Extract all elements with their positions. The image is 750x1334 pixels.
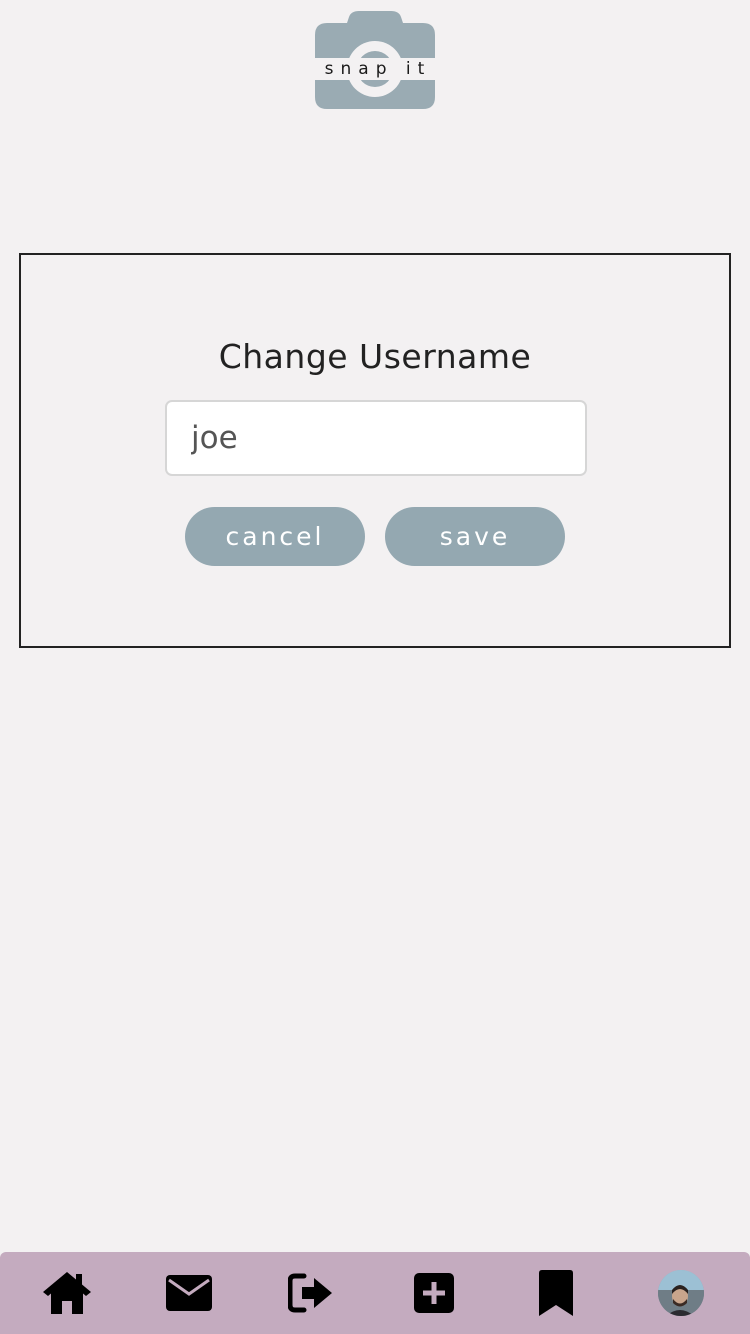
nav-profile[interactable] [641,1252,721,1334]
sign-out-icon [288,1273,332,1313]
envelope-icon [166,1275,212,1311]
nav-add-post[interactable] [394,1252,474,1334]
bottom-nav [0,1252,750,1334]
dialog-title: Change Username [218,337,532,376]
avatar [658,1270,704,1316]
bookmark-icon [539,1270,573,1316]
nav-saved[interactable] [516,1252,596,1334]
nav-messages[interactable] [149,1252,229,1334]
page: snap it Change Username cancel save [0,0,750,1334]
cancel-button[interactable]: cancel [185,507,365,566]
change-username-dialog: Change Username cancel save [19,253,731,648]
plus-square-icon [414,1273,454,1313]
username-input[interactable] [165,400,587,476]
logo-text: snap it [324,59,432,79]
nav-home[interactable] [27,1252,107,1334]
save-button[interactable]: save [385,507,565,566]
app-logo[interactable]: snap it [315,11,435,109]
nav-logout[interactable] [271,1252,351,1334]
home-icon [43,1272,91,1314]
